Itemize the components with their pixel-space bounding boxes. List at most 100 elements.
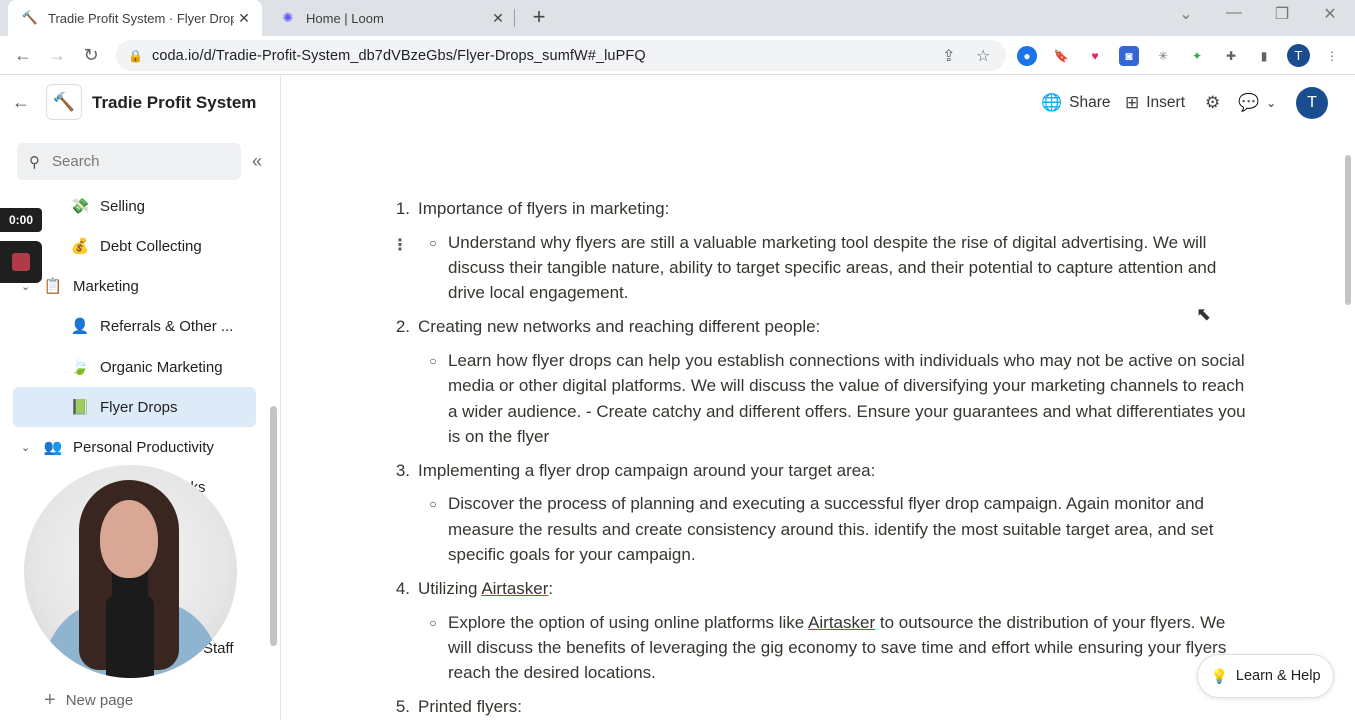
new-page-button[interactable]: + New page [44,689,133,712]
plus-icon: + [44,689,56,711]
comments-button[interactable]: 💬 ⌄ [1238,91,1276,115]
share-button[interactable]: 🌐 Share [1041,91,1111,115]
share-page-icon[interactable]: ⇪ [942,46,955,66]
puzzle-icon[interactable]: ✚ [1221,46,1241,66]
list-number: 5. [395,697,410,717]
flyer-icon: 📗 [70,399,90,416]
bullet-icon: ○ [429,497,437,512]
recording-timer: 0:00 [0,208,42,232]
forward-icon[interactable]: → [45,43,69,67]
comment-icon: 💬 [1238,93,1260,112]
sidebar-item-organic-marketing[interactable]: 🍃 Organic Marketing [13,348,256,386]
leaf-icon: 🍃 [70,359,90,376]
bookmark-icon[interactable]: 🔖 [1051,46,1071,66]
browser-tab-loom[interactable]: ✺ Home | Loom ✕ [266,0,516,36]
sidebar-item-selling[interactable]: 💸 Selling [13,187,256,225]
insert-label: Insert [1146,94,1186,111]
learn-help-button[interactable]: 💡 Learn & Help [1197,654,1334,698]
browser-tab-bar: 🔨 Tradie Profit System · Flyer Drops ✕ ✺… [0,0,1355,36]
list-item: 4. Utilizing Airtasker: ○ Explore the opti… [380,576,1260,686]
gear-icon: ⚙ [1205,93,1221,112]
sidebar-scrollbar[interactable] [270,406,277,646]
sidepanel-icon[interactable]: ▮ [1254,46,1274,66]
lightbulb-icon: 💡 [1210,667,1228,684]
bullet-icon: ○ [429,353,437,368]
person-coins-icon: 💰 [70,238,90,255]
sidebar-item-label: Referrals & Other ... [100,317,234,335]
person-icon: 👤 [70,318,90,335]
grid-plus-icon: ⊞ [1125,93,1140,112]
color-extension-icon[interactable]: ✦ [1187,46,1207,66]
content-scrollbar[interactable] [1345,155,1351,305]
sidebar-item-label: Organic Marketing [100,358,223,376]
bookmark-star-icon[interactable]: ☆ [976,46,990,66]
section-heading: Printed flyers: [418,697,522,717]
url-text: coda.io/d/Tradie-Profit-System_db7dVBzeG… [152,47,646,64]
list-number: 3. [395,460,410,480]
window-close-button[interactable]: ✕ [1316,4,1344,28]
list-number: 4. [395,578,410,598]
search-input[interactable]: ⚲ Search [17,143,241,180]
list-number: 1. [395,199,410,218]
webcam-bubble[interactable] [24,465,237,678]
section-body: Understand why flyers are still a valuab… [448,232,1217,303]
chevron-down-icon[interactable]: ⌄ [21,441,30,454]
profile-avatar[interactable]: T [1287,44,1310,67]
extension-icon[interactable]: ● [1017,46,1037,66]
airtasker-link[interactable]: Airtasker [481,579,548,598]
sidebar-item-label: Personal Productivity [73,438,214,456]
kebab-menu-icon[interactable]: ⋮ [1322,46,1342,66]
section-heading: Importance of flyers in marketing: [418,199,670,218]
user-avatar[interactable]: T [1296,87,1328,119]
sidebar-item-label: Marketing [73,277,139,295]
list-item: 3. Implementing a flyer drop campaign aro… [380,458,1260,568]
reload-icon[interactable]: ↻ [79,43,103,67]
chevron-down-icon[interactable]: ⌄ [1266,96,1276,110]
list-item: 2. Creating new networks and reaching dif… [380,314,1260,449]
close-icon[interactable]: ✕ [234,10,254,27]
collapse-sidebar-icon[interactable]: « [252,151,262,172]
doc-title: Tradie Profit System [92,93,257,112]
section-body: Explore the option of using online platf… [448,612,1227,683]
learn-help-label: Learn & Help [1235,668,1321,684]
loom-extension-icon[interactable]: ✳ [1153,46,1173,66]
grammar-extension-icon[interactable]: ◙ [1119,46,1139,66]
section-body: Discover the process of planning and exe… [448,494,1214,565]
list-item: 1. Importance of flyers in marketing: ○ Un… [380,196,1260,306]
doc-logo[interactable]: 🔨 [46,84,82,120]
mouse-cursor-icon: ⬉ [1196,304,1212,324]
clipboard-icon: 📋 [43,278,63,295]
insert-button[interactable]: ⊞ Insert [1125,91,1185,115]
tab-title: Tradie Profit System · Flyer Drops [48,10,234,26]
list-number: 2. [395,317,410,337]
new-tab-button[interactable]: + [527,6,551,30]
sidebar-item-label: Selling [100,197,146,215]
tab-title: Home | Loom [306,10,384,26]
url-field[interactable]: 🔒 coda.io/d/Tradie-Profit-System_db7dVBz… [116,40,1006,71]
minimize-button[interactable]: — [1220,4,1248,28]
browser-tab-active[interactable]: 🔨 Tradie Profit System · Flyer Drops ✕ [8,0,262,36]
close-icon[interactable]: ✕ [488,10,508,27]
tab-search-icon[interactable]: ⌄ [1172,4,1200,28]
heart-extension-icon[interactable]: ♥ [1085,46,1105,66]
page-content[interactable]: 1. Importance of flyers in marketing: ○ Un… [380,196,1260,728]
section-heading: Creating new networks and reaching diffe… [418,317,821,337]
sidebar-item-referrals[interactable]: 👤 Referrals & Other ... [13,307,256,345]
sidebar-item-flyer-drops[interactable]: 📗 Flyer Drops [13,387,256,427]
back-arrow-icon[interactable]: ← [12,92,30,113]
restore-button[interactable]: ❐ [1268,4,1296,28]
lock-icon: 🔒 [128,48,143,63]
sidebar-item-debt-collecting[interactable]: 💰 Debt Collecting [13,227,256,265]
section-heading: Utilizing Airtasker: [418,578,554,598]
bullet-icon: ○ [429,235,437,250]
sidebar-item-label: Flyer Drops [100,398,178,416]
stop-recording-button[interactable] [0,241,42,283]
back-icon[interactable]: ← [11,43,35,67]
airtasker-link[interactable]: Airtasker [808,613,875,632]
share-label: Share [1069,94,1111,111]
tab-divider [514,9,515,27]
sidebar-item-personal-productivity[interactable]: ⌄ 👥 Personal Productivity [13,428,256,466]
loom-icon: ✺ [282,10,294,25]
sidebar-item-marketing[interactable]: ⌄ 📋 Marketing [13,267,256,305]
settings-button[interactable]: ⚙ [1205,91,1227,115]
